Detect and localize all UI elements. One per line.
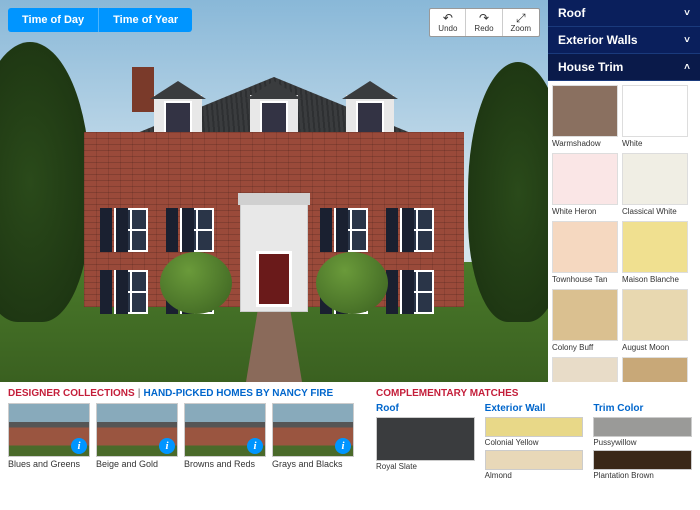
collection-blues-and-greens[interactable]: Blues and Greens (8, 403, 90, 469)
match-col-trim-color: Trim ColorPussywillowPlantation Brown (593, 403, 692, 483)
swatch-august-moon[interactable]: August Moon (622, 289, 688, 353)
swatch-list[interactable]: WarmshadowWhiteWhite HeronClassical Whit… (548, 81, 700, 382)
swatch-warmshadow[interactable]: Warmshadow (552, 85, 618, 149)
time-of-day-button[interactable]: Time of Day (8, 8, 99, 32)
zoom-button[interactable]: ⤢Zoom (503, 9, 539, 36)
chevron-down-icon: ˅ (684, 35, 690, 46)
chevron-up-icon: ˄ (684, 62, 690, 73)
accordion-exterior-walls[interactable]: Exterior Walls˅ (548, 27, 700, 54)
match-swatch-royal-slate[interactable]: Royal Slate (376, 417, 475, 471)
swatch-colony-buff[interactable]: Colony Buff (552, 289, 618, 353)
match-swatch-almond[interactable]: Almond (485, 450, 584, 480)
match-col-exterior-wall: Exterior WallColonial YellowAlmond (485, 403, 584, 483)
house-viewer[interactable]: Time of Day Time of Year ↶Undo ↷Redo ⤢Zo… (0, 0, 548, 382)
undo-button[interactable]: ↶Undo (430, 9, 466, 36)
time-toggle: Time of Day Time of Year (8, 8, 192, 32)
matches-title: COMPLEMENTARY MATCHES (376, 388, 692, 399)
complementary-matches: COMPLEMENTARY MATCHES RoofRoyal SlateExt… (376, 388, 692, 483)
options-sidebar: Roof˅Exterior Walls˅House Trim˄ Warmshad… (548, 0, 700, 382)
collection-beige-and-gold[interactable]: Beige and Gold (96, 403, 178, 469)
zoom-icon: ⤢ (516, 12, 526, 24)
swatch-unnamed[interactable] (622, 357, 688, 382)
match-swatch-plantation-brown[interactable]: Plantation Brown (593, 450, 692, 480)
chevron-down-icon: ˅ (684, 8, 690, 19)
collection-grays-and-blacks[interactable]: Grays and Blacks (272, 403, 354, 469)
accordion-roof[interactable]: Roof˅ (548, 0, 700, 27)
match-col-roof: RoofRoyal Slate (376, 403, 475, 483)
swatch-classical-white[interactable]: Classical White (622, 153, 688, 217)
designer-collections: DESIGNER COLLECTIONS|HAND-PICKED HOMES B… (8, 388, 364, 483)
match-swatch-colonial-yellow[interactable]: Colonial Yellow (485, 417, 584, 447)
swatch-maison-blanche[interactable]: Maison Blanche (622, 221, 688, 285)
collections-title: DESIGNER COLLECTIONS|HAND-PICKED HOMES B… (8, 388, 364, 399)
accordion-house-trim[interactable]: House Trim˄ (548, 54, 700, 81)
swatch-white[interactable]: White (622, 85, 688, 149)
swatch-white-heron[interactable]: White Heron (552, 153, 618, 217)
redo-icon: ↷ (479, 12, 489, 24)
time-of-year-button[interactable]: Time of Year (99, 8, 192, 32)
redo-button[interactable]: ↷Redo (466, 9, 502, 36)
swatch-unnamed[interactable] (552, 357, 618, 382)
undo-icon: ↶ (443, 12, 453, 24)
match-swatch-pussywillow[interactable]: Pussywillow (593, 417, 692, 447)
viewer-tools: ↶Undo ↷Redo ⤢Zoom (429, 8, 540, 37)
collection-browns-and-reds[interactable]: Browns and Reds (184, 403, 266, 469)
swatch-townhouse-tan[interactable]: Townhouse Tan (552, 221, 618, 285)
